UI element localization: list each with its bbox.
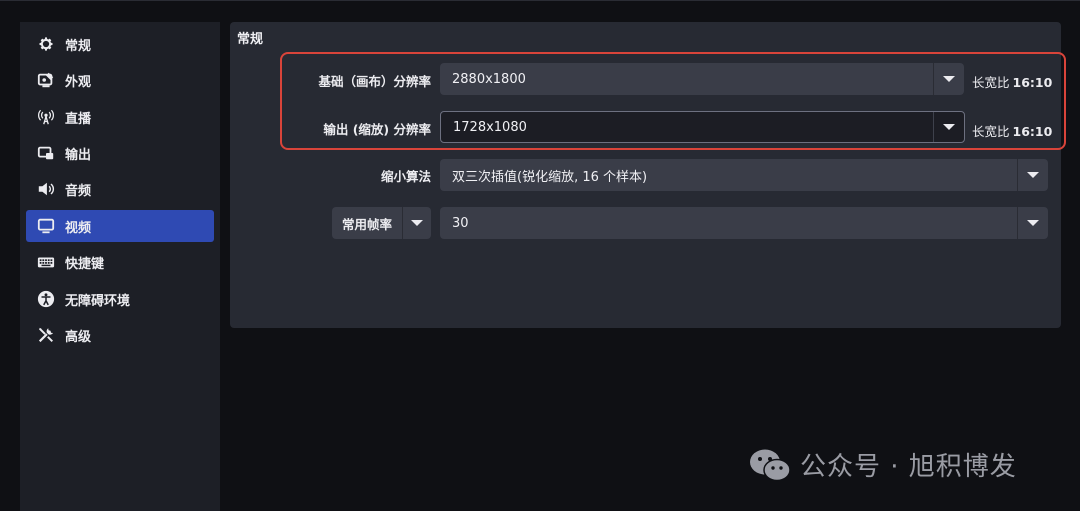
monitor-icon — [36, 216, 56, 236]
settings-sidebar: 常规 外观 直播 输出 音频 视频 快捷键 无障碍环境 高级 — [20, 22, 220, 511]
sidebar-item-label: 外观 — [65, 74, 92, 90]
sidebar-item-stream[interactable]: 直播 — [26, 101, 214, 133]
tools-icon — [36, 325, 56, 345]
keyboard-icon — [36, 252, 56, 272]
appearance-icon — [36, 70, 56, 90]
downscale-filter-combobox[interactable]: 双三次插值(锐化缩放, 16 个样本) — [440, 159, 1048, 191]
fps-type-value: 常用帧率 — [341, 216, 392, 232]
sidebar-item-label: 高级 — [65, 329, 92, 345]
sidebar-item-video[interactable]: 视频 — [26, 210, 214, 242]
sidebar-item-advanced[interactable]: 高级 — [26, 319, 214, 351]
downscale-filter-label: 缩小算法 — [380, 169, 431, 184]
watermark-text: 公众号 · 旭积博发 — [800, 452, 1017, 482]
section-title: 常规 — [237, 32, 264, 47]
wechat-icon — [750, 449, 791, 481]
chevron-down-icon[interactable] — [1018, 172, 1048, 178]
sidebar-item-label: 快捷键 — [65, 256, 105, 272]
fps-type-combobox[interactable]: 常用帧率 — [332, 207, 431, 239]
sidebar-item-general[interactable]: 常规 — [26, 28, 214, 60]
sidebar-item-audio[interactable]: 音频 — [26, 173, 214, 205]
sidebar-item-appearance[interactable]: 外观 — [26, 64, 214, 96]
sidebar-item-label: 常规 — [65, 38, 92, 54]
chevron-down-icon[interactable] — [1018, 220, 1048, 226]
speaker-icon — [36, 179, 56, 199]
highlight-box — [280, 52, 1066, 150]
sidebar-item-label: 音频 — [65, 183, 92, 199]
watermark: 公众号 · 旭积博发 — [748, 446, 1017, 483]
broadcast-icon — [36, 107, 56, 127]
fps-value-combobox[interactable]: 30 — [440, 207, 1048, 239]
sidebar-item-label: 无障碍环境 — [65, 293, 131, 309]
chevron-down-icon[interactable] — [403, 220, 431, 226]
fps-value: 30 — [452, 215, 469, 231]
sidebar-item-label: 直播 — [65, 111, 92, 127]
accessibility-icon — [36, 289, 56, 309]
top-divider — [0, 0, 1080, 1]
sidebar-item-label: 输出 — [65, 147, 92, 163]
gear-icon — [36, 34, 56, 54]
downscale-filter-value: 双三次插值(锐化缩放, 16 个样本) — [452, 169, 648, 185]
output-icon — [36, 143, 56, 163]
sidebar-item-label: 视频 — [65, 220, 92, 236]
sidebar-item-hotkeys[interactable]: 快捷键 — [26, 246, 214, 278]
sidebar-item-accessibility[interactable]: 无障碍环境 — [26, 283, 214, 315]
sidebar-item-output[interactable]: 输出 — [26, 137, 214, 169]
